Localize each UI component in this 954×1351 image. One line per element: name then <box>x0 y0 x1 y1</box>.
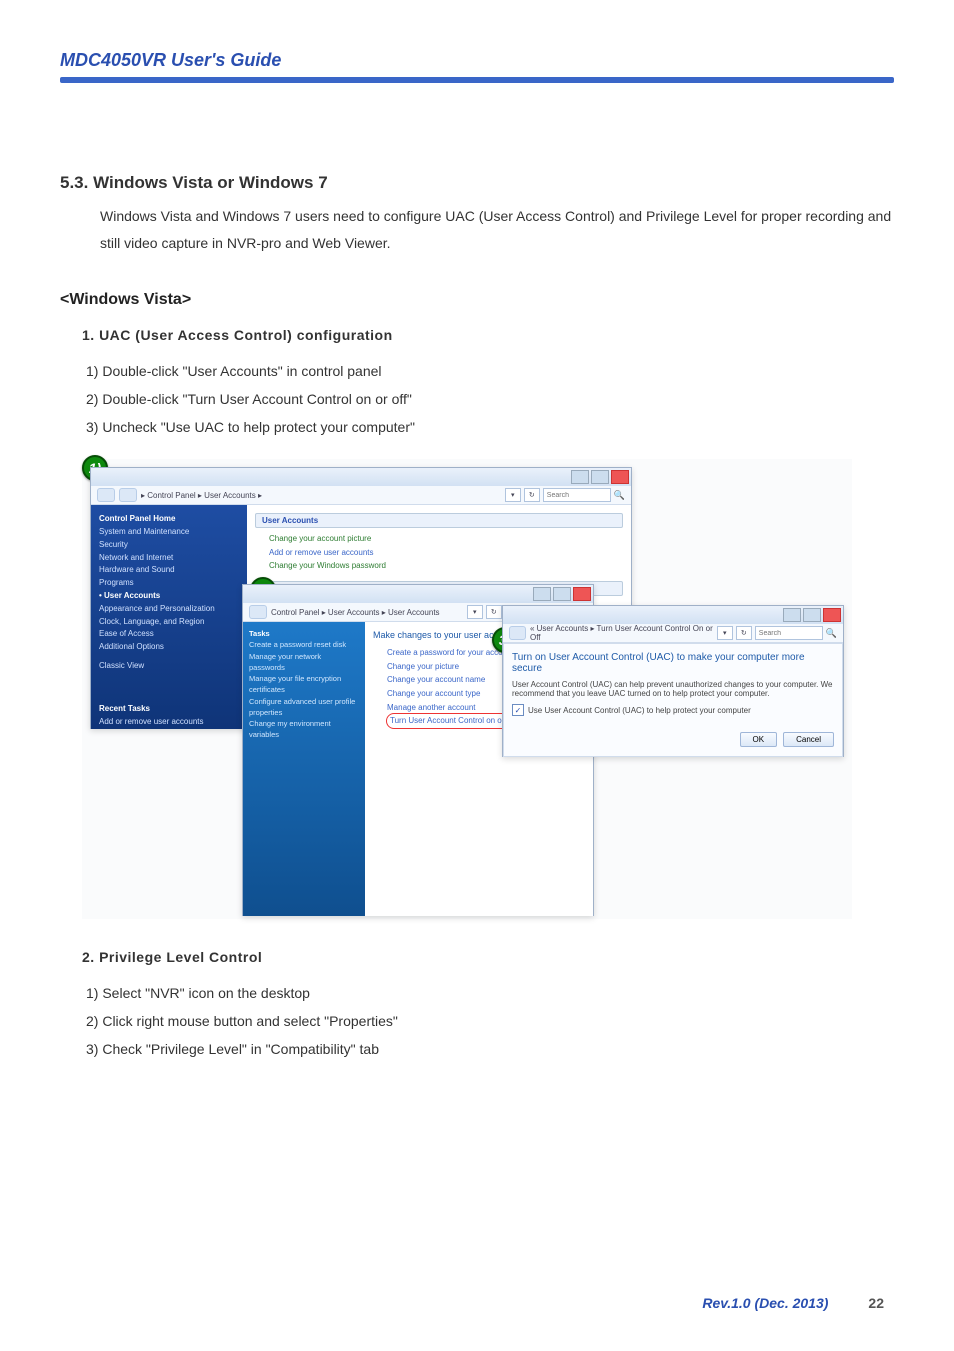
vista-heading: <Windows Vista> <box>60 291 894 309</box>
sidebar-item[interactable]: Clock, Language, and Region <box>99 616 239 629</box>
view-dropdown[interactable]: ▾ <box>505 488 521 502</box>
uac-config-heading: 1. UAC (User Access Control) configurati… <box>82 327 894 343</box>
uac-checkbox[interactable]: ✓ <box>512 704 524 716</box>
view-dropdown[interactable]: ▾ <box>467 605 483 619</box>
turn-uac-on-off-link[interactable]: Turn User Account Control on or off <box>387 714 518 728</box>
search-icon[interactable]: 🔍 <box>826 628 837 639</box>
minimize-icon[interactable] <box>571 470 589 484</box>
win1-search-input[interactable] <box>543 488 611 502</box>
win3-titlebar <box>503 606 843 624</box>
uac-dialog-body: Turn on User Account Control (UAC) to ma… <box>503 643 843 757</box>
privilege-heading: 2. Privilege Level Control <box>82 949 894 965</box>
maximize-icon[interactable] <box>591 470 609 484</box>
refresh-button[interactable]: ↻ <box>486 605 502 619</box>
sidebar-item[interactable]: Appearance and Personalization <box>99 603 239 616</box>
back-button[interactable] <box>97 488 115 502</box>
page: MDC4050VR User's Guide 5.3. Windows Vist… <box>0 0 954 1351</box>
priv-step-2: 2) Click right mouse button and select "… <box>86 1007 894 1035</box>
sidebar-recent-tasks: Recent Tasks <box>99 703 239 716</box>
win1-window-buttons <box>571 470 629 484</box>
view-dropdown[interactable]: ▾ <box>717 626 733 640</box>
sidebar-classic-view[interactable]: Classic View <box>99 660 239 673</box>
tasks-heading: Tasks <box>249 628 359 639</box>
ok-button[interactable]: OK <box>740 732 778 747</box>
window-turn-uac-on-off: « User Accounts ▸ Turn User Account Cont… <box>502 605 844 757</box>
doc-header-title: MDC4050VR User's Guide <box>60 50 894 71</box>
forward-button[interactable] <box>119 488 137 502</box>
win1-address-bar: ▸ Control Panel ▸ User Accounts ▸ ▾ ↻ 🔍 <box>91 486 631 505</box>
close-icon[interactable] <box>573 587 591 601</box>
maximize-icon[interactable] <box>553 587 571 601</box>
task-link[interactable]: Manage your network passwords <box>249 651 359 674</box>
win1-search: ▾ ↻ 🔍 <box>505 488 625 502</box>
win3-address-bar: « User Accounts ▸ Turn User Account Cont… <box>503 624 843 643</box>
uac-step-3: 3) Uncheck "Use UAC to help protect your… <box>86 413 894 441</box>
task-link[interactable]: Manage your file encryption certificates <box>249 673 359 696</box>
refresh-button[interactable]: ↻ <box>524 488 540 502</box>
uac-dialog-desc: User Account Control (UAC) can help prev… <box>512 680 834 698</box>
win2-window-buttons <box>533 587 591 601</box>
header-rule <box>60 77 894 83</box>
sidebar-item[interactable]: Security <box>99 539 239 552</box>
user-accounts-tile-title[interactable]: User Accounts <box>255 513 623 528</box>
task-link[interactable]: Configure advanced user profile properti… <box>249 696 359 719</box>
uac-checkbox-label: Use User Account Control (UAC) to help p… <box>528 706 751 715</box>
page-footer: Rev.1.0 (Dec. 2013) 22 <box>0 1295 954 1311</box>
revision-label: Rev.1.0 (Dec. 2013) <box>702 1295 828 1311</box>
win2-titlebar <box>243 585 593 603</box>
privilege-steps: 1) Select "NVR" icon on the desktop 2) C… <box>86 979 894 1063</box>
ua-link[interactable]: Change your account picture <box>269 532 623 546</box>
section-heading: 5.3. Windows Vista or Windows 7 <box>60 173 894 193</box>
close-icon[interactable] <box>611 470 629 484</box>
sidebar-recent-item[interactable]: Add or remove user accounts <box>99 716 239 729</box>
uac-button-row: OK Cancel <box>512 732 834 747</box>
sidebar-home[interactable]: Control Panel Home <box>99 513 239 526</box>
win1-breadcrumb[interactable]: ▸ Control Panel ▸ User Accounts ▸ <box>141 491 262 500</box>
section-intro: Windows Vista and Windows 7 users need t… <box>100 203 894 256</box>
sidebar-item[interactable]: Network and Internet <box>99 552 239 565</box>
minimize-icon[interactable] <box>783 608 801 622</box>
sidebar-item[interactable]: Ease of Access <box>99 628 239 641</box>
sidebar-user-accounts[interactable]: • User Accounts <box>99 590 239 603</box>
cancel-button[interactable]: Cancel <box>783 732 834 747</box>
uac-step-1: 1) Double-click "User Accounts" in contr… <box>86 357 894 385</box>
win2-tasks-sidebar: Tasks Create a password reset disk Manag… <box>243 622 365 916</box>
win3-search: ▾ ↻ 🔍 <box>717 626 837 640</box>
priv-step-3: 3) Check "Privilege Level" in "Compatibi… <box>86 1035 894 1063</box>
page-number: 22 <box>868 1295 884 1311</box>
task-link[interactable]: Change my environment variables <box>249 718 359 741</box>
uac-dialog-title: Turn on User Account Control (UAC) to ma… <box>512 652 834 674</box>
sidebar-item[interactable]: Programs <box>99 577 239 590</box>
back-button[interactable] <box>249 605 267 619</box>
win1-sidebar: Control Panel Home System and Maintenanc… <box>91 505 247 729</box>
win3-search-input[interactable] <box>755 626 823 640</box>
sidebar-item[interactable]: Additional Options <box>99 641 239 654</box>
sidebar-item[interactable]: Hardware and Sound <box>99 564 239 577</box>
minimize-icon[interactable] <box>533 587 551 601</box>
screenshot-figure: 1) ▸ Control Panel ▸ User Accounts ▸ ▾ ↻ <box>82 459 852 919</box>
maximize-icon[interactable] <box>803 608 821 622</box>
win3-window-buttons <box>783 608 841 622</box>
task-link[interactable]: Create a password reset disk <box>249 639 359 650</box>
close-icon[interactable] <box>823 608 841 622</box>
uac-checkbox-row[interactable]: ✓ Use User Account Control (UAC) to help… <box>512 704 834 716</box>
ua-link[interactable]: Change your Windows password <box>269 559 623 573</box>
back-button[interactable] <box>509 626 526 640</box>
sidebar-item[interactable]: System and Maintenance <box>99 526 239 539</box>
refresh-button[interactable]: ↻ <box>736 626 752 640</box>
win2-breadcrumb[interactable]: Control Panel ▸ User Accounts ▸ User Acc… <box>271 608 440 617</box>
win1-titlebar <box>91 468 631 486</box>
uac-steps: 1) Double-click "User Accounts" in contr… <box>86 357 894 441</box>
win3-breadcrumb[interactable]: « User Accounts ▸ Turn User Account Cont… <box>530 624 713 642</box>
uac-step-2: 2) Double-click "Turn User Account Contr… <box>86 385 894 413</box>
priv-step-1: 1) Select "NVR" icon on the desktop <box>86 979 894 1007</box>
ua-link-add-remove[interactable]: Add or remove user accounts <box>269 546 623 560</box>
search-icon[interactable]: 🔍 <box>614 490 625 501</box>
